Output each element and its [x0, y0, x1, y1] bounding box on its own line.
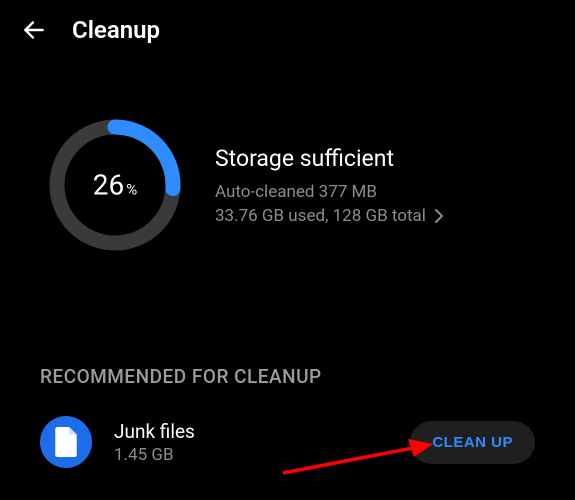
back-button[interactable]	[20, 16, 48, 44]
cleanup-item-junk-files: Junk files 1.45 GB CLEAN UP	[0, 398, 575, 486]
clean-up-button[interactable]: CLEAN UP	[410, 421, 535, 464]
storage-ring: 26 %	[45, 115, 185, 255]
document-icon	[53, 427, 79, 457]
storage-status-title: Storage sufficient	[215, 145, 535, 172]
storage-summary: 26 % Storage sufficient Auto-cleaned 377…	[0, 60, 575, 285]
arrow-left-icon	[21, 17, 47, 43]
page-title: Cleanup	[72, 16, 160, 44]
percent-value: 26	[93, 169, 124, 202]
percent-symbol: %	[126, 181, 137, 199]
cleanup-item-text: Junk files 1.45 GB	[114, 420, 388, 465]
auto-cleaned-text: Auto-cleaned 377 MB	[215, 182, 535, 202]
storage-info: Storage sufficient Auto-cleaned 377 MB 3…	[215, 145, 535, 226]
app-header: Cleanup	[0, 0, 575, 60]
storage-detail-row[interactable]: 33.76 GB used, 128 GB total	[215, 206, 535, 226]
cleanup-item-title: Junk files	[114, 420, 388, 443]
storage-percent: 26 %	[93, 169, 137, 202]
file-icon	[40, 416, 92, 468]
cleanup-item-size: 1.45 GB	[114, 445, 388, 465]
recommended-section-header: RECOMMENDED FOR CLEANUP	[0, 285, 575, 398]
storage-detail-text: 33.76 GB used, 128 GB total	[215, 206, 426, 226]
chevron-right-icon	[434, 208, 444, 224]
